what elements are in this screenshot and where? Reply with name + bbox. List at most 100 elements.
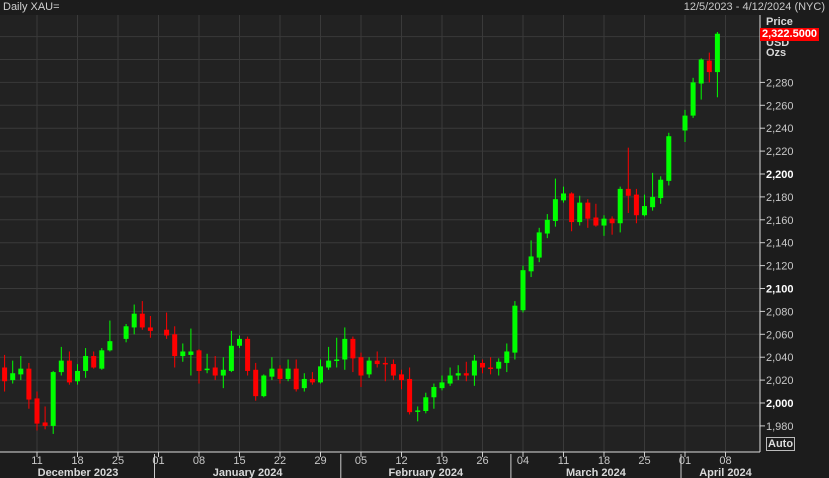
candle-down bbox=[139, 313, 145, 328]
candle-up bbox=[601, 218, 607, 226]
y-tick-label: 2,120 bbox=[766, 261, 794, 273]
candle-up bbox=[58, 360, 64, 373]
y-tick-label: 2,260 bbox=[766, 100, 794, 112]
candle-up bbox=[188, 351, 194, 355]
candle-down bbox=[245, 338, 251, 371]
candle-down bbox=[212, 367, 218, 376]
candle-down bbox=[350, 338, 356, 359]
candle-up bbox=[99, 350, 105, 369]
unit-label: Ozs bbox=[766, 47, 787, 59]
candle-up bbox=[520, 270, 526, 311]
candle-down bbox=[609, 218, 615, 224]
candle-down bbox=[172, 334, 178, 357]
y-tick-label: 2,140 bbox=[766, 238, 794, 250]
month-label: January 2024 bbox=[213, 467, 284, 478]
candle-down bbox=[42, 422, 48, 426]
candle-down bbox=[374, 360, 380, 365]
month-label: December 2023 bbox=[38, 467, 119, 478]
x-tick-label: 11 bbox=[558, 455, 569, 467]
candle-up bbox=[301, 378, 307, 389]
y-tick-label: 2,080 bbox=[766, 306, 794, 318]
candle-down bbox=[480, 362, 485, 368]
candle-up bbox=[650, 196, 656, 208]
candle-down bbox=[463, 373, 469, 376]
x-tick-label: 18 bbox=[598, 455, 610, 467]
candle-down bbox=[2, 367, 8, 382]
candle-up bbox=[504, 351, 510, 363]
month-label: February 2024 bbox=[389, 467, 464, 478]
candle-up bbox=[123, 326, 129, 339]
candle-up bbox=[577, 202, 583, 223]
y-tick-label: 1,980 bbox=[766, 421, 794, 433]
candle-up bbox=[50, 372, 56, 426]
candle-down bbox=[26, 368, 32, 400]
candle-up bbox=[107, 341, 113, 351]
candle-up bbox=[237, 338, 242, 346]
candle-up bbox=[334, 359, 340, 361]
candle-up bbox=[682, 115, 688, 131]
candle-up bbox=[536, 232, 542, 258]
candle-up bbox=[642, 206, 647, 216]
candle-up bbox=[439, 382, 445, 389]
candle-down bbox=[706, 60, 712, 73]
x-tick-label: 11 bbox=[31, 455, 42, 467]
candle-up bbox=[228, 345, 234, 371]
candle-up bbox=[658, 179, 664, 199]
candle-down bbox=[382, 362, 388, 365]
x-tick-label: 22 bbox=[274, 455, 286, 467]
candle-down bbox=[253, 369, 259, 397]
candle-up bbox=[666, 136, 672, 181]
price-axis-label: Price bbox=[766, 16, 793, 28]
candle-up bbox=[366, 360, 372, 375]
y-tick-label: 2,280 bbox=[766, 77, 794, 89]
candle-up bbox=[131, 313, 137, 328]
x-tick-label: 08 bbox=[193, 455, 205, 467]
candle-down bbox=[358, 357, 364, 376]
candle-up bbox=[83, 356, 89, 371]
candle-up bbox=[471, 360, 477, 376]
candle-up bbox=[318, 366, 323, 383]
candle-up bbox=[561, 193, 566, 201]
y-tick-label: 2,000 bbox=[766, 398, 794, 410]
candle-up bbox=[714, 33, 720, 73]
candle-down bbox=[593, 217, 599, 226]
candle-up bbox=[285, 368, 291, 379]
candle-up bbox=[447, 375, 453, 384]
candle-up bbox=[698, 59, 704, 84]
candle-down bbox=[625, 188, 631, 196]
x-tick-label: 25 bbox=[638, 455, 650, 467]
y-tick-label: 2,160 bbox=[766, 215, 794, 227]
candle-up bbox=[261, 375, 267, 397]
candle-up bbox=[552, 199, 558, 221]
candle-up bbox=[528, 256, 534, 272]
x-tick-label: 19 bbox=[436, 455, 448, 467]
candle-down bbox=[277, 368, 283, 379]
candle-up bbox=[18, 368, 24, 375]
candle-up bbox=[431, 386, 437, 398]
candle-up bbox=[512, 305, 518, 353]
auto-scale-button[interactable]: Auto bbox=[766, 437, 796, 451]
x-tick-label: 29 bbox=[314, 455, 326, 467]
y-tick-label: 2,040 bbox=[766, 352, 794, 364]
month-label: April 2024 bbox=[699, 467, 752, 478]
candle-down bbox=[399, 374, 404, 381]
plot-area bbox=[0, 15, 760, 452]
candle-up bbox=[690, 82, 696, 116]
y-tick-label: 2,100 bbox=[766, 284, 794, 296]
candle-up bbox=[75, 370, 80, 382]
candle-down bbox=[585, 202, 591, 219]
candle-up bbox=[455, 373, 461, 376]
x-tick-label: 12 bbox=[395, 455, 407, 467]
y-tick-label: 2,020 bbox=[766, 375, 794, 387]
candle-down bbox=[488, 367, 494, 370]
month-label: March 2024 bbox=[566, 467, 627, 478]
x-tick-label: 26 bbox=[476, 455, 488, 467]
candle-up bbox=[180, 351, 186, 357]
x-tick-label: 08 bbox=[719, 455, 731, 467]
candle-down bbox=[66, 360, 72, 383]
y-tick-label: 2,240 bbox=[766, 123, 794, 135]
candle-up bbox=[326, 360, 332, 368]
candle-down bbox=[293, 368, 299, 390]
candle-down bbox=[633, 194, 639, 216]
x-tick-label: 18 bbox=[71, 455, 83, 467]
